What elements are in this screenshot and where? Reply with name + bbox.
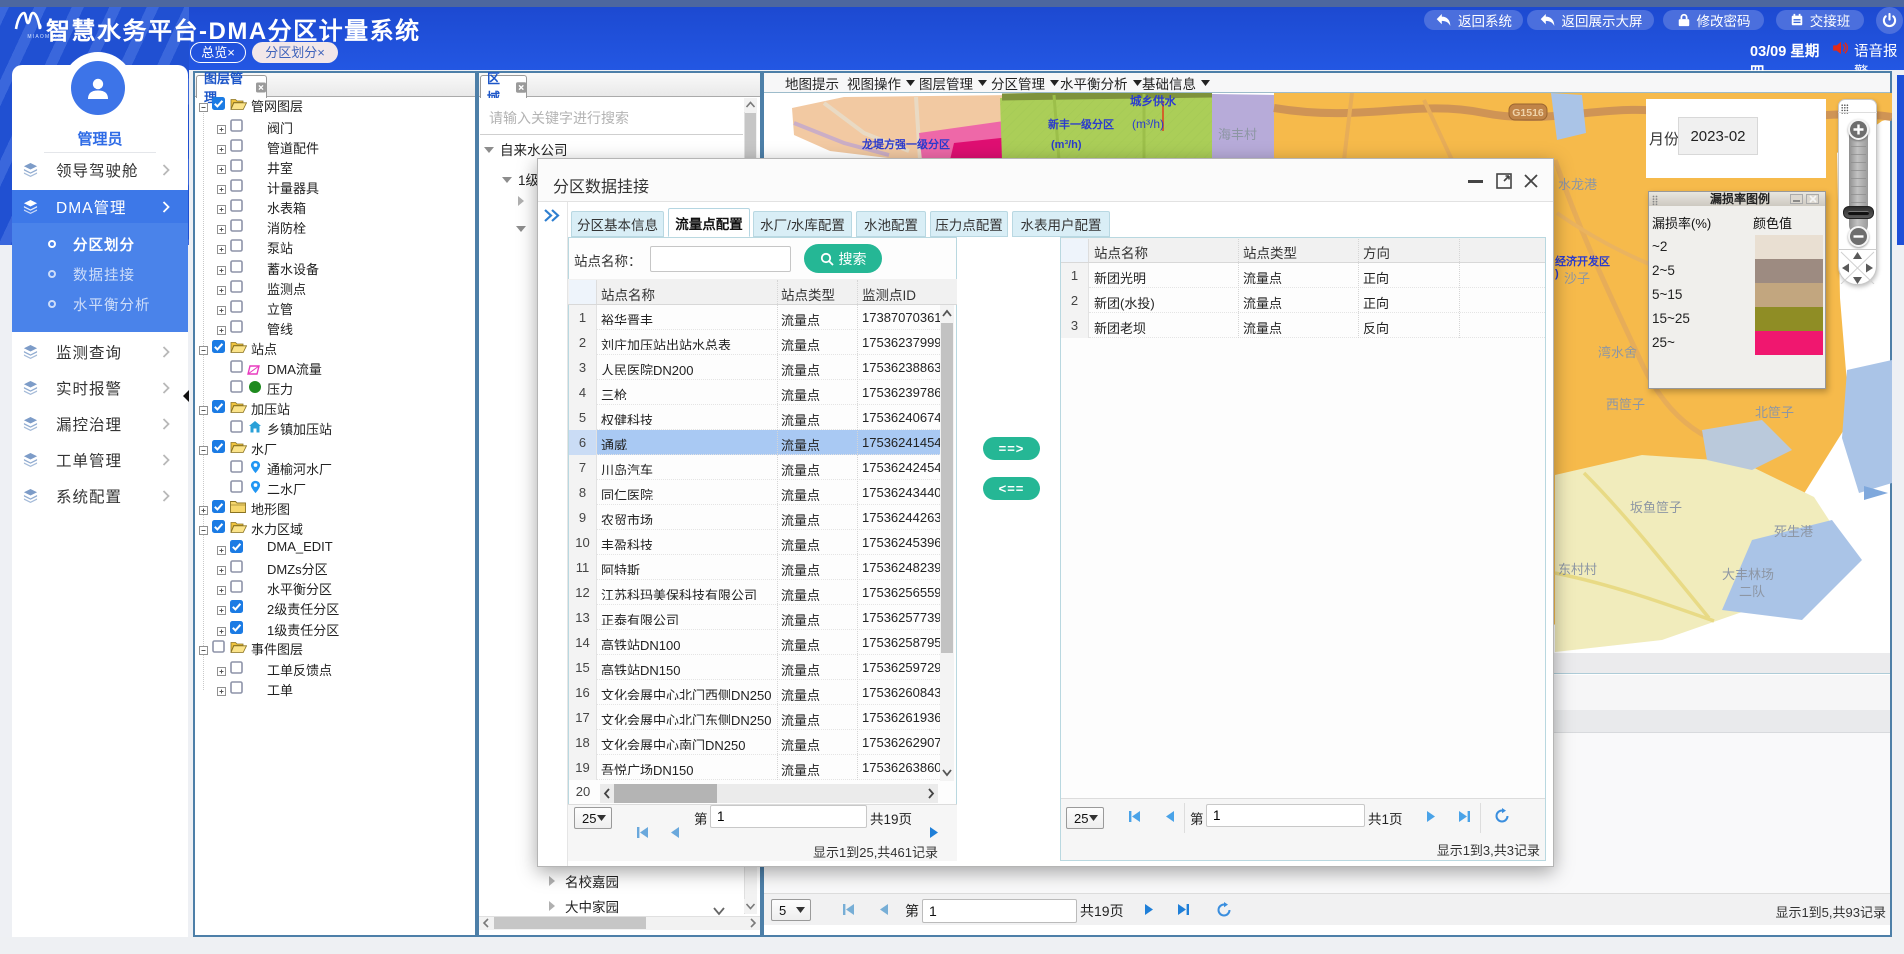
svg-text:沙子: 沙子: [1564, 271, 1590, 286]
svg-text:大丰林场: 大丰林场: [1722, 567, 1774, 582]
svg-text:死生港: 死生港: [1774, 524, 1813, 539]
svg-text:新丰一级分区: 新丰一级分区: [1048, 117, 1114, 131]
svg-text:G1516: G1516: [1512, 107, 1544, 119]
svg-text:北笸子: 北笸子: [1755, 405, 1794, 420]
svg-text:经济开发区: 经济开发区: [1555, 254, 1610, 268]
svg-text:西笸子: 西笸子: [1606, 397, 1645, 412]
svg-text:湾水舍: 湾水舍: [1598, 345, 1637, 360]
svg-text:城乡供水: 城乡供水: [1130, 94, 1176, 108]
svg-text:龙堤方强一级分区: 龙堤方强一级分区: [861, 137, 950, 151]
svg-text:二队: 二队: [1739, 584, 1765, 599]
svg-text:坂鱼笸子: 坂鱼笸子: [1630, 500, 1682, 515]
svg-text:(m³/h): (m³/h): [1051, 139, 1082, 151]
svg-text:海丰村: 海丰村: [1218, 127, 1257, 142]
svg-text:(m³/h): (m³/h): [1132, 117, 1164, 131]
svg-text:东村村: 东村村: [1558, 562, 1597, 577]
svg-text:水龙港: 水龙港: [1558, 177, 1597, 192]
svg-text:): ): [1555, 268, 1559, 280]
